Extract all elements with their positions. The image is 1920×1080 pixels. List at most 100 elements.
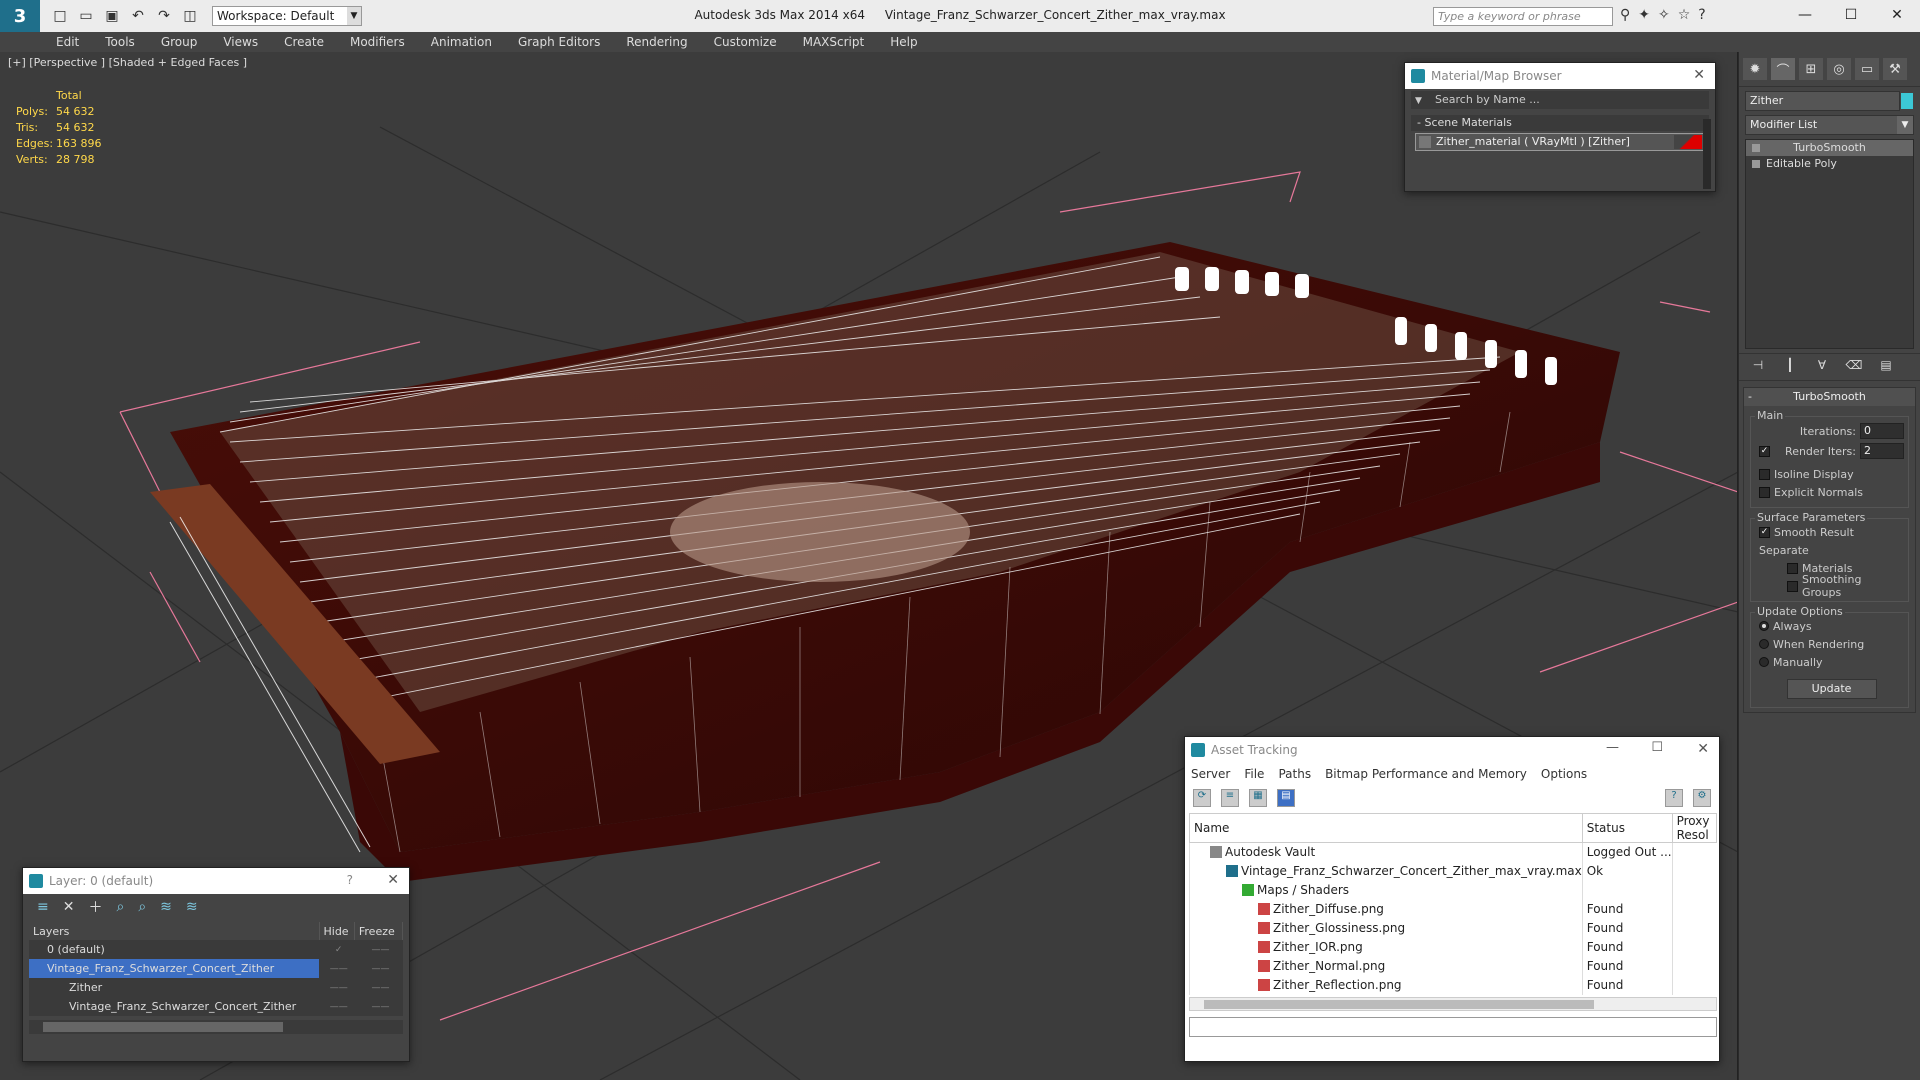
isoline-checkbox[interactable] — [1759, 468, 1770, 480]
help-icon[interactable]: ? — [1698, 7, 1705, 23]
stack-item-turbosmooth[interactable]: TurboSmooth — [1746, 140, 1913, 156]
settings-icon[interactable]: ⚙ — [1693, 789, 1711, 807]
hide-toggle[interactable]: —— — [319, 997, 354, 1016]
rollout-header[interactable]: - TurboSmooth — [1744, 388, 1915, 406]
keyword-search-input[interactable]: Type a keyword or phrase — [1433, 7, 1613, 26]
menu-item-bitmap-performance[interactable]: Bitmap Performance and Memory — [1325, 767, 1527, 781]
motion-tab-icon[interactable]: ◎ — [1827, 58, 1851, 80]
layer-name[interactable]: Vintage_Franz_Schwarzer_Concert_Zither — [29, 997, 319, 1016]
list-view-icon[interactable]: ≡ — [1221, 789, 1239, 807]
new-layer-icon[interactable]: ≡ — [37, 899, 49, 915]
column-header-proxy[interactable]: Proxy Resol — [1671, 813, 1718, 843]
freeze-toggle[interactable]: —— — [354, 997, 402, 1016]
manually-radio[interactable] — [1759, 657, 1769, 667]
menu-item-edit[interactable]: Edit — [56, 35, 79, 49]
asset-row[interactable]: Zither_Normal.png Found — [1189, 956, 1717, 976]
display-tab-icon[interactable]: ▭ — [1855, 58, 1879, 80]
freeze-toggle[interactable]: —— — [354, 978, 402, 997]
always-radio[interactable] — [1759, 621, 1769, 631]
help-icon[interactable]: ? — [1665, 789, 1683, 807]
communication-icon[interactable]: ✧ — [1658, 7, 1670, 23]
close-icon[interactable]: ✕ — [1693, 67, 1705, 83]
asset-row[interactable]: Vintage_Franz_Schwarzer_Concert_Zither_m… — [1189, 861, 1717, 881]
material-browser-titlebar[interactable]: Material/Map Browser ✕ — [1405, 63, 1715, 89]
menu-item-maxscript[interactable]: MAXScript — [803, 35, 865, 49]
menu-item-animation[interactable]: Animation — [431, 35, 492, 49]
materials-checkbox[interactable] — [1787, 562, 1798, 574]
render-iters-spinner[interactable]: 2 — [1860, 443, 1904, 459]
hierarchy-tab-icon[interactable]: ⊞ — [1799, 58, 1823, 80]
layer-row[interactable]: Vintage_Franz_Schwarzer_Concert_Zither ——… — [29, 959, 403, 978]
layer-name[interactable]: 0 (default) — [29, 940, 319, 959]
chevron-down-icon[interactable]: ▼ — [1415, 92, 1422, 110]
hide-toggle[interactable]: —— — [319, 959, 354, 978]
stack-item-editable-poly[interactable]: Editable Poly — [1746, 156, 1913, 172]
maximize-icon[interactable]: ☐ — [1651, 740, 1663, 755]
explicit-normals-checkbox[interactable] — [1759, 486, 1770, 498]
menu-item-tools[interactable]: Tools — [105, 35, 135, 49]
favorites-star-icon[interactable]: ☆ — [1678, 7, 1691, 23]
delete-layer-icon[interactable]: ✕ — [63, 899, 75, 915]
freeze-all-icon[interactable]: ≋ — [186, 899, 198, 915]
minimize-button[interactable]: — — [1782, 0, 1828, 32]
undo-icon[interactable]: ↶ — [128, 6, 148, 26]
menu-item-modifiers[interactable]: Modifiers — [350, 35, 405, 49]
make-unique-icon[interactable]: ∀ — [1813, 358, 1831, 376]
asset-name-cell[interactable]: Autodesk Vault — [1189, 842, 1583, 862]
object-color-swatch[interactable] — [1901, 93, 1913, 109]
asset-tracking-titlebar[interactable]: Asset Tracking — ☐ ✕ — [1185, 737, 1719, 763]
asset-row[interactable]: Autodesk Vault Logged Out ... — [1189, 842, 1717, 862]
scrollbar-thumb[interactable] — [43, 1022, 283, 1032]
asset-name-cell[interactable]: Zither_IOR.png — [1189, 937, 1583, 957]
asset-name-cell[interactable]: Zither_Reflection.png — [1189, 975, 1583, 995]
object-name-field[interactable]: Zither — [1745, 91, 1913, 111]
layer-row[interactable]: 0 (default) ✓ —— — [29, 940, 403, 959]
highlight-layer-icon[interactable]: ⌕ — [138, 899, 146, 915]
menu-item-options[interactable]: Options — [1541, 767, 1587, 781]
subscription-icon[interactable]: ✦ — [1638, 7, 1650, 23]
layer-row[interactable]: Vintage_Franz_Schwarzer_Concert_Zither ——… — [29, 997, 403, 1016]
utilities-tab-icon[interactable]: ⚒ — [1883, 58, 1907, 80]
expand-icon[interactable] — [1752, 160, 1760, 168]
workspace-dropdown[interactable]: Workspace: Default ▼ — [212, 6, 362, 26]
column-header-layers[interactable]: Layers — [29, 922, 320, 940]
update-button[interactable]: Update — [1786, 679, 1877, 699]
hide-all-icon[interactable]: ≋ — [160, 899, 172, 915]
horizontal-scrollbar[interactable] — [29, 1020, 403, 1034]
asset-name-cell[interactable]: Zither_Glossiness.png — [1189, 918, 1583, 938]
menu-item-create[interactable]: Create — [284, 35, 324, 49]
smooth-result-checkbox[interactable]: ✓ — [1759, 526, 1770, 538]
select-objects-icon[interactable]: ⌕ — [116, 899, 124, 915]
menu-item-views[interactable]: Views — [223, 35, 258, 49]
asset-row[interactable]: Zither_Diffuse.png Found — [1189, 899, 1717, 919]
scene-materials-section[interactable]: - Scene Materials — [1411, 115, 1709, 131]
asset-row[interactable]: Maps / Shaders — [1189, 880, 1717, 900]
configure-sets-icon[interactable]: ▤ — [1877, 358, 1895, 376]
menu-item-group[interactable]: Group — [161, 35, 198, 49]
modifier-list-dropdown[interactable]: Modifier List ▼ — [1745, 115, 1914, 135]
layer-name[interactable]: Zither — [29, 978, 319, 997]
close-icon[interactable]: ✕ — [387, 872, 399, 888]
hide-toggle[interactable]: —— — [319, 978, 354, 997]
pin-stack-icon[interactable]: ⊣ — [1749, 358, 1767, 376]
asset-row[interactable]: Zither_Reflection.png Found — [1189, 975, 1717, 995]
asset-name-cell[interactable]: Zither_Diffuse.png — [1189, 899, 1583, 919]
menu-item-help[interactable]: Help — [890, 35, 917, 49]
vertical-scrollbar[interactable] — [1703, 119, 1711, 189]
layer-row[interactable]: Zither —— —— — [29, 978, 403, 997]
material-search-input[interactable]: ▼ Search by Name ... — [1411, 91, 1709, 109]
close-button[interactable]: ✕ — [1874, 0, 1920, 32]
table-view-icon[interactable]: ▤ — [1277, 789, 1295, 807]
column-header-hide[interactable]: Hide — [319, 922, 355, 940]
when-rendering-radio[interactable] — [1759, 639, 1769, 649]
horizontal-scrollbar[interactable] — [1189, 996, 1717, 1011]
scrollbar-thumb[interactable] — [1204, 999, 1594, 1009]
create-tab-icon[interactable]: ✹ — [1743, 58, 1767, 80]
help-icon[interactable]: ? — [347, 873, 353, 887]
render-iters-checkbox[interactable]: ✓ — [1759, 445, 1770, 457]
asset-name-cell[interactable]: Vintage_Franz_Schwarzer_Concert_Zither_m… — [1189, 861, 1583, 881]
maximize-button[interactable]: ☐ — [1828, 0, 1874, 32]
new-file-icon[interactable]: □ — [50, 6, 70, 26]
hide-toggle[interactable]: ✓ — [319, 940, 354, 959]
remove-modifier-icon[interactable]: ⌫ — [1845, 358, 1863, 376]
